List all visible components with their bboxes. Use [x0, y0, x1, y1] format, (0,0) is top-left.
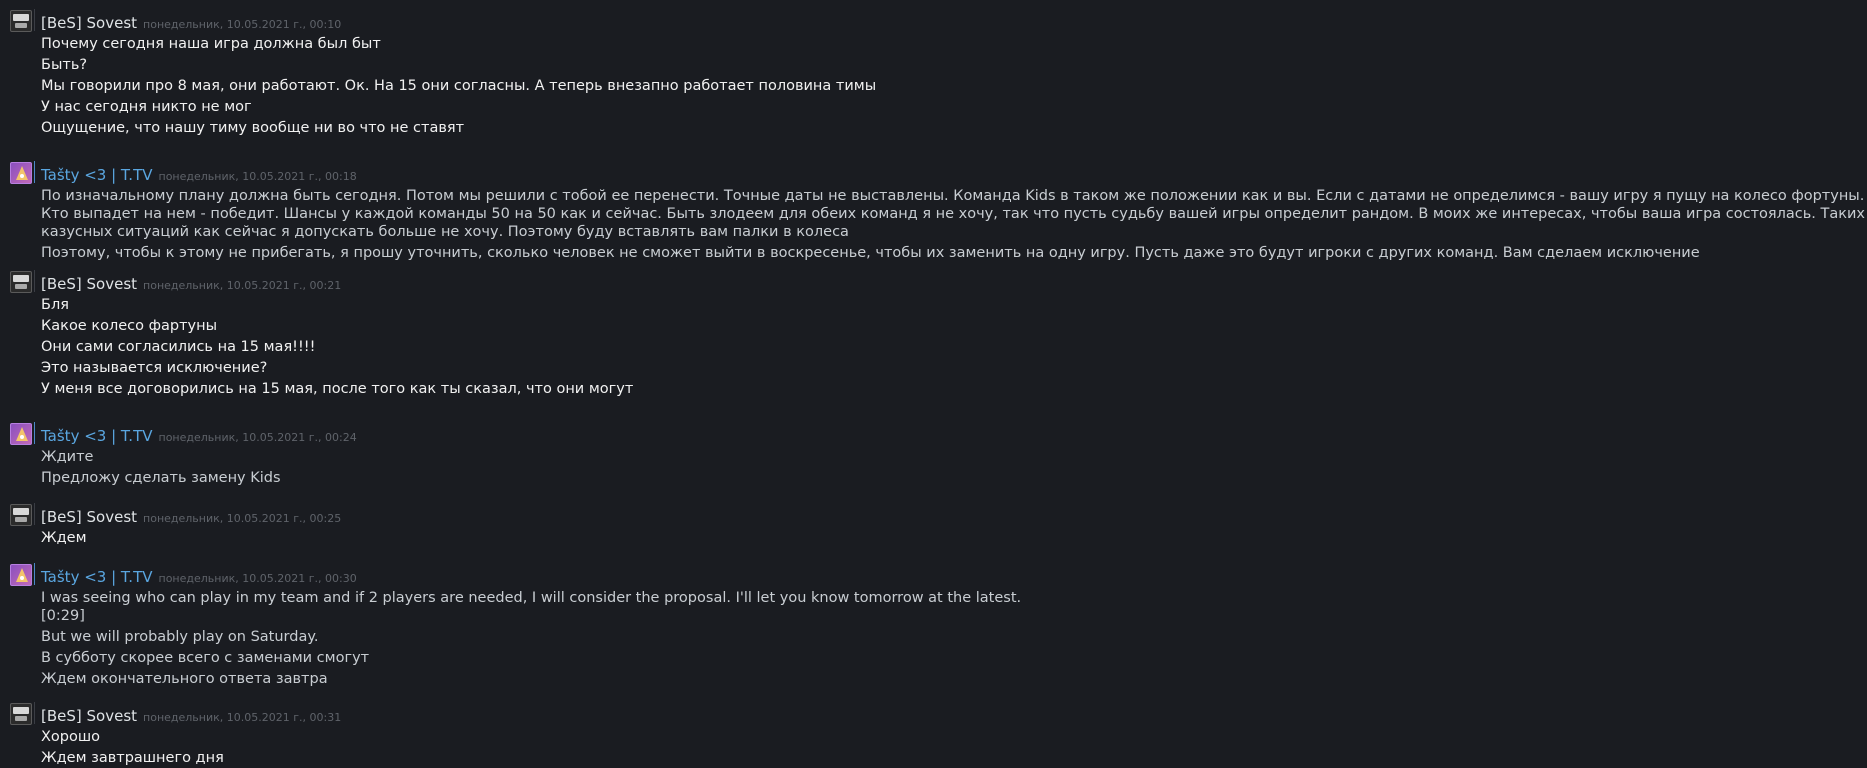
status-bar — [34, 563, 35, 585]
timestamp: понедельник, 10.05.2021 г., 00:21 — [143, 279, 342, 292]
message-text: Ждем — [41, 530, 87, 546]
message-header: [BeS] Sovest понедельник, 10.05.2021 г., … — [41, 12, 341, 34]
author-name[interactable]: Tašty <3 | T.TV — [41, 166, 153, 184]
message-text: Хорошо — [41, 729, 101, 745]
message-text: У нас сегодня никто не мог — [41, 99, 252, 115]
avatar[interactable] — [10, 703, 32, 725]
author-name[interactable]: Tašty <3 | T.TV — [41, 427, 153, 445]
avatar[interactable] — [10, 162, 32, 184]
author-name[interactable]: [BeS] Sovest — [41, 14, 137, 32]
message-text: I was seeing who can play in my team and… — [41, 590, 1022, 606]
status-bar — [34, 161, 35, 183]
status-bar — [34, 9, 35, 31]
avatar[interactable] — [10, 564, 32, 586]
message-text: По изначальному плану должна быть сегодн… — [41, 188, 1866, 240]
message-text: [0:29] — [41, 608, 85, 624]
message-text: Ждите — [41, 449, 94, 465]
message-text: Какое колесо фартуны — [41, 318, 218, 334]
author-name[interactable]: [BeS] Sovest — [41, 707, 137, 725]
message-header: Tašty <3 | T.TV понедельник, 10.05.2021 г… — [41, 164, 357, 186]
status-bar — [34, 702, 35, 724]
author-name[interactable]: Tašty <3 | T.TV — [41, 568, 153, 586]
message-text: Предложу сделать замену Kids — [41, 470, 281, 486]
message-text: Бля — [41, 297, 69, 313]
message-text: Ощущение, что нашу тиму вообще ни во что… — [41, 120, 465, 136]
message-text: Это называется исключение? — [41, 360, 268, 376]
avatar[interactable] — [10, 504, 32, 526]
timestamp: понедельник, 10.05.2021 г., 00:10 — [143, 18, 342, 31]
message-text: У меня все договорились на 15 мая, после… — [41, 381, 634, 397]
message-text: Быть? — [41, 57, 88, 73]
message-text: Мы говорили про 8 мая, они работают. Ок.… — [41, 78, 877, 94]
timestamp: понедельник, 10.05.2021 г., 00:30 — [158, 572, 357, 585]
timestamp: понедельник, 10.05.2021 г., 00:18 — [158, 170, 357, 183]
avatar[interactable] — [10, 271, 32, 293]
message-header: Tašty <3 | T.TV понедельник, 10.05.2021 г… — [41, 566, 357, 588]
message-text: Почему сегодня наша игра должна был быт — [41, 36, 381, 52]
status-bar — [34, 503, 35, 525]
message-header: Tašty <3 | T.TV понедельник, 10.05.2021 г… — [41, 425, 357, 447]
author-name[interactable]: [BeS] Sovest — [41, 508, 137, 526]
timestamp: понедельник, 10.05.2021 г., 00:31 — [143, 711, 342, 724]
timestamp: понедельник, 10.05.2021 г., 00:24 — [158, 431, 357, 444]
status-bar — [34, 422, 35, 444]
message-header: [BeS] Sovest понедельник, 10.05.2021 г., … — [41, 273, 341, 295]
timestamp: понедельник, 10.05.2021 г., 00:25 — [143, 512, 342, 525]
message-text: Ждем окончательного ответа завтра — [41, 671, 328, 687]
chat-log: [BeS] Sovest понедельник, 10.05.2021 г., … — [0, 0, 1867, 768]
message-text: But we will probably play on Saturday. — [41, 629, 319, 645]
message-text: Они сами согласились на 15 мая!!!! — [41, 339, 316, 355]
message-text: В субботу скорее всего с заменами смогут — [41, 650, 370, 666]
message-header: [BeS] Sovest понедельник, 10.05.2021 г., … — [41, 705, 341, 727]
message-header: [BeS] Sovest понедельник, 10.05.2021 г., … — [41, 506, 341, 528]
avatar[interactable] — [10, 10, 32, 32]
message-text: Поэтому, чтобы к этому не прибегать, я п… — [41, 245, 1700, 261]
avatar[interactable] — [10, 423, 32, 445]
status-bar — [34, 270, 35, 292]
author-name[interactable]: [BeS] Sovest — [41, 275, 137, 293]
message-text: Ждем завтрашнего дня — [41, 750, 224, 766]
